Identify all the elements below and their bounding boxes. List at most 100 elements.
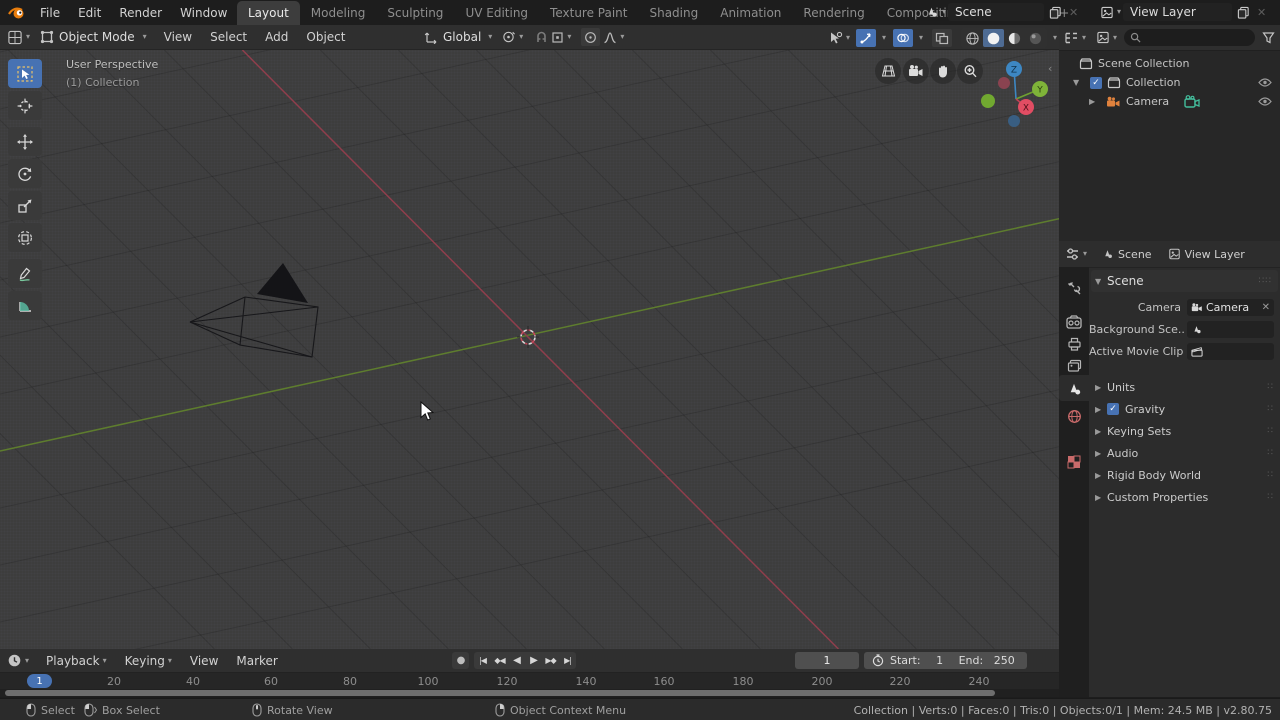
active-movie-clip-field[interactable]: [1187, 343, 1274, 360]
collection-checkbox[interactable]: ✓: [1090, 77, 1102, 89]
tool-cursor[interactable]: [8, 91, 42, 120]
tool-move[interactable]: [8, 127, 42, 156]
panel-custom-properties[interactable]: ▶ Custom Properties ∷: [1089, 486, 1280, 508]
tab-texture[interactable]: [1059, 449, 1089, 475]
menu-view[interactable]: View: [155, 25, 201, 49]
workspace-tab-animation[interactable]: Animation: [709, 1, 792, 25]
tab-scene[interactable]: [1059, 375, 1089, 401]
camera-property-field[interactable]: Camera ✕: [1187, 299, 1274, 316]
prev-keyframe-button[interactable]: ◆◀: [491, 652, 508, 669]
workspace-tab-shading[interactable]: Shading: [638, 1, 709, 25]
shading-material-button[interactable]: [1004, 29, 1025, 47]
tool-select-box[interactable]: [8, 59, 42, 88]
jump-to-end-button[interactable]: ▶|: [559, 652, 576, 669]
outliner-editor-type-button[interactable]: ▾: [1064, 31, 1086, 45]
zoom-view-button[interactable]: [957, 58, 983, 84]
tool-annotate[interactable]: [8, 259, 42, 288]
hide-in-viewport-eye-icon[interactable]: [1258, 78, 1272, 87]
tool-transform[interactable]: [8, 223, 42, 252]
snap-toggle[interactable]: [534, 30, 548, 44]
mode-selector[interactable]: Object Mode ▾: [40, 30, 147, 44]
timeline-ruler[interactable]: 1 20 40 60 80 100 120 140 160 180 200 22…: [0, 673, 1059, 690]
falloff-dropdown[interactable]: ▾: [603, 31, 624, 44]
workspace-tab-uv-editing[interactable]: UV Editing: [454, 1, 539, 25]
expand-arrow-icon[interactable]: ▶: [1089, 97, 1101, 106]
menu-add[interactable]: Add: [256, 25, 297, 49]
auto-keyframe-record-button[interactable]: ●: [452, 652, 469, 669]
tool-rotate[interactable]: [8, 159, 42, 188]
gravity-checkbox[interactable]: ✓: [1107, 403, 1119, 415]
object-visibility-dropdown[interactable]: ▾: [828, 31, 850, 45]
workspace-tab-layout[interactable]: Layout: [237, 1, 300, 25]
pivot-point-dropdown[interactable]: ▾: [501, 30, 523, 44]
menu-edit[interactable]: Edit: [69, 1, 110, 25]
end-frame-field[interactable]: 250: [989, 654, 1019, 667]
view-layer-name-field[interactable]: View Layer: [1123, 3, 1232, 21]
panel-audio[interactable]: ▶ Audio ∷: [1089, 442, 1280, 464]
scrollbar-thumb[interactable]: [5, 690, 995, 696]
menu-marker[interactable]: Marker: [227, 649, 286, 673]
timeline-editor-type-button[interactable]: ▾: [7, 653, 29, 668]
tab-tool[interactable]: [1059, 275, 1089, 301]
toggle-perspective-button[interactable]: [875, 58, 901, 84]
menu-view-timeline[interactable]: View: [181, 649, 227, 673]
orientation-dropdown[interactable]: Global ▾: [424, 30, 492, 44]
workspace-tab-sculpting[interactable]: Sculpting: [376, 1, 454, 25]
breadcrumb-scene[interactable]: Scene: [1101, 248, 1152, 261]
viewport-3d[interactable]: Z Y X User Perspective (1) Collection: [0, 50, 1059, 649]
chevron-down-icon[interactable]: ▾: [882, 34, 886, 42]
menu-playback[interactable]: Playback▾: [37, 649, 116, 673]
blender-logo-icon[interactable]: [8, 5, 25, 20]
play-button[interactable]: ▶: [525, 652, 542, 669]
start-frame-field[interactable]: 1: [927, 654, 953, 667]
jump-to-start-button[interactable]: |◀: [474, 652, 491, 669]
tool-scale[interactable]: [8, 191, 42, 220]
sidebar-toggle-chevron[interactable]: ‹: [1048, 62, 1052, 75]
outliner-row-collection[interactable]: ▼ ✓ Collection: [1059, 73, 1280, 92]
properties-editor-type-button[interactable]: ▾: [1065, 247, 1087, 261]
gizmo-toggle[interactable]: [856, 29, 876, 47]
menu-file[interactable]: File: [31, 1, 69, 25]
snap-target-dropdown[interactable]: ▾: [551, 31, 571, 44]
add-view-layer-button[interactable]: [1234, 3, 1253, 21]
hide-in-viewport-eye-icon[interactable]: [1258, 97, 1272, 106]
editor-type-button[interactable]: ▾: [7, 30, 30, 45]
outliner-row-scene-collection[interactable]: Scene Collection: [1059, 54, 1280, 73]
panel-rigid-body-world[interactable]: ▶ Rigid Body World ∷: [1089, 464, 1280, 486]
next-keyframe-button[interactable]: ▶◆: [542, 652, 559, 669]
unlink-scene-button[interactable]: ✕: [1067, 6, 1080, 19]
scene-name-field[interactable]: Scene: [948, 3, 1044, 21]
outliner-display-mode-button[interactable]: ▾: [1096, 31, 1117, 44]
outliner-search-input[interactable]: [1124, 29, 1255, 46]
shading-wireframe-button[interactable]: [962, 29, 983, 47]
playhead[interactable]: 1: [27, 674, 52, 688]
camera-view-button[interactable]: [903, 58, 929, 84]
camera-data-icon[interactable]: [1184, 95, 1200, 108]
clear-camera-button[interactable]: ✕: [1262, 302, 1270, 313]
chevron-down-icon[interactable]: ▾: [1053, 34, 1057, 42]
menu-select[interactable]: Select: [201, 25, 256, 49]
view-layer-browse-button[interactable]: ▾: [1100, 6, 1121, 19]
panel-gravity[interactable]: ▶ ✓ Gravity ∷: [1089, 398, 1280, 420]
xray-toggle[interactable]: [932, 29, 952, 47]
chevron-down-icon[interactable]: ▾: [919, 34, 923, 42]
background-scene-field[interactable]: [1187, 321, 1274, 338]
menu-object[interactable]: Object: [297, 25, 354, 49]
remove-view-layer-button[interactable]: ✕: [1255, 6, 1268, 19]
panel-units[interactable]: ▶ Units ∷: [1089, 376, 1280, 398]
pan-view-button[interactable]: [930, 58, 956, 84]
new-scene-button[interactable]: [1046, 3, 1065, 21]
menu-render[interactable]: Render: [110, 1, 171, 25]
workspace-tab-modeling[interactable]: Modeling: [300, 1, 377, 25]
timeline-scrollbar[interactable]: [0, 689, 1059, 697]
tool-measure[interactable]: [8, 291, 42, 320]
menu-window[interactable]: Window: [171, 1, 236, 25]
overlays-toggle[interactable]: [893, 29, 913, 47]
panel-keying-sets[interactable]: ▶ Keying Sets ∷: [1089, 420, 1280, 442]
shading-rendered-button[interactable]: [1025, 29, 1046, 47]
workspace-tab-rendering[interactable]: Rendering: [792, 1, 875, 25]
current-frame-field[interactable]: 1: [795, 652, 859, 669]
tab-world[interactable]: [1059, 403, 1089, 429]
workspace-tab-texture-paint[interactable]: Texture Paint: [539, 1, 638, 25]
panel-grip-icon[interactable]: ∷∷: [1259, 276, 1272, 286]
